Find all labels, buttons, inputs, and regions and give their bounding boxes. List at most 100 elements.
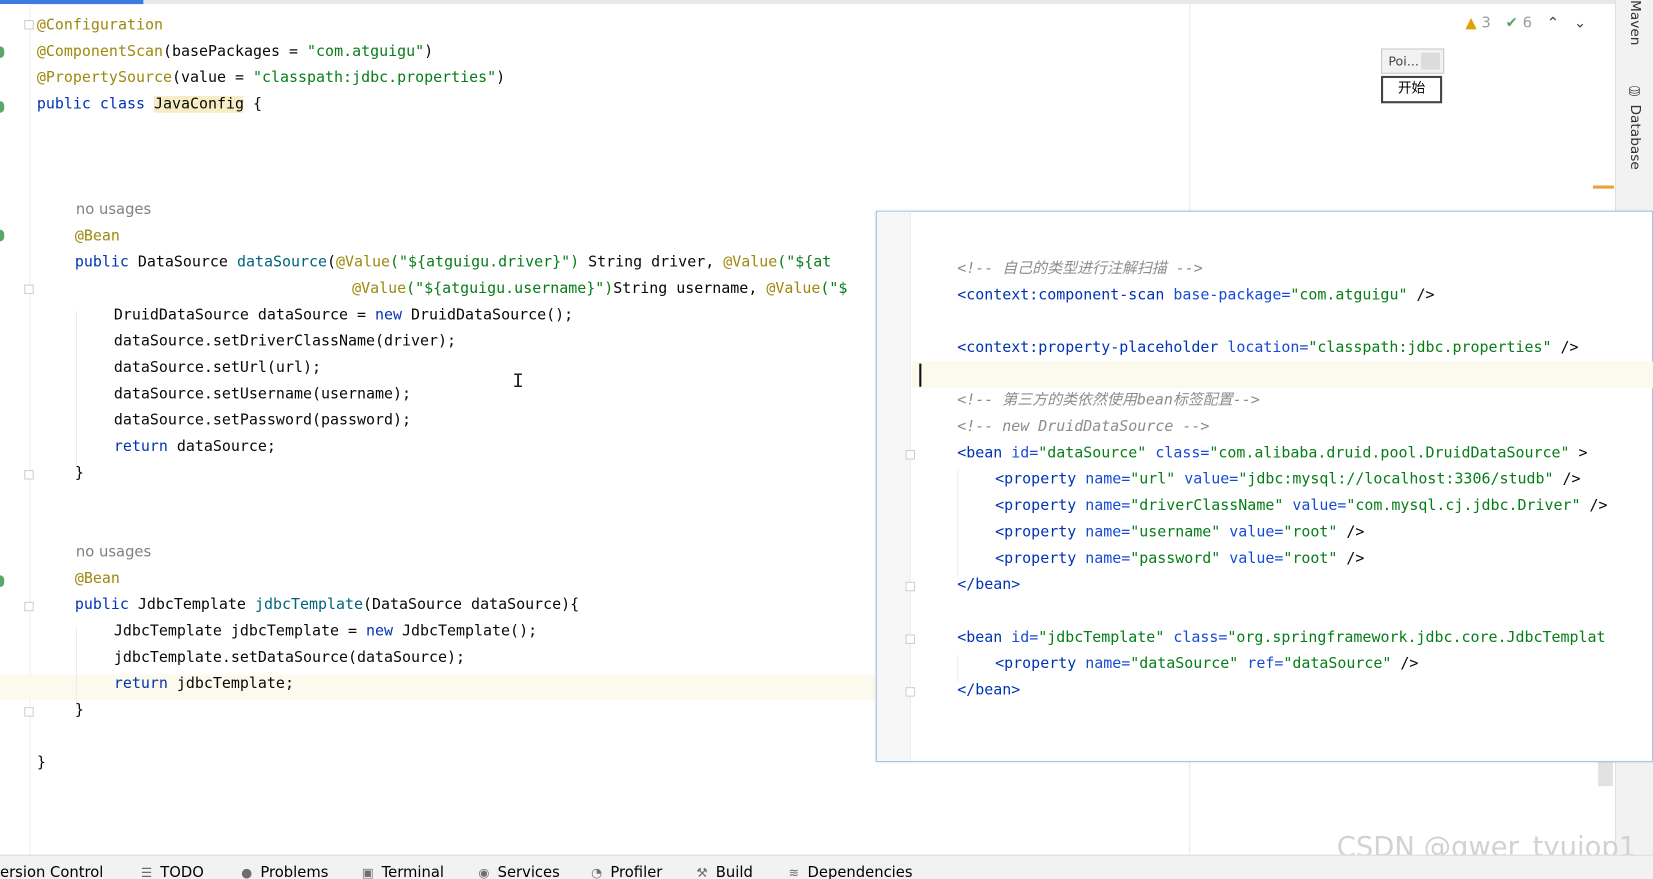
xml-value: "root" xyxy=(1283,550,1338,567)
gutter-bean-marker[interactable] xyxy=(0,575,5,588)
xml-value: "driverClassName" xyxy=(1130,497,1284,515)
code-text: ) xyxy=(496,69,506,87)
popup-gutter xyxy=(877,211,916,761)
keyword: public xyxy=(74,253,138,271)
xml-close-tag: </bean> xyxy=(957,681,1021,699)
xml-attr: id= xyxy=(1011,629,1039,647)
xml-attr: name= xyxy=(1085,497,1131,515)
xml-text: /> xyxy=(1391,655,1419,673)
annotation: @Bean xyxy=(74,570,120,588)
fold-toggle[interactable] xyxy=(24,601,34,612)
mouse-ibeam-cursor: I xyxy=(512,369,524,393)
code-line: @Bean xyxy=(75,226,120,247)
xml-tag: <bean xyxy=(957,444,1012,462)
tool-window-bar: ersion Control ☰ TODO ● Problems ▣ Terminal… xyxy=(0,854,1653,879)
code-line: public JdbcTemplate jdbcTemplate(DataSou… xyxy=(75,594,579,615)
fold-toggle[interactable] xyxy=(905,450,916,460)
gutter-class-marker[interactable] xyxy=(0,101,5,113)
editor-gutter[interactable] xyxy=(0,4,34,855)
code-text: (value = xyxy=(171,69,254,87)
code-text: DruidDataSource(); xyxy=(402,306,574,324)
xml-attr: class= xyxy=(1146,444,1210,462)
xml-comment: <!-- 第三方的类依然使用bean标签配置--> xyxy=(957,392,1260,409)
todo-tab[interactable]: ☰ TODO xyxy=(139,864,204,879)
usages-hint[interactable]: no usages xyxy=(76,199,151,220)
warning-icon: ▲ xyxy=(1465,14,1477,32)
gutter-bean-marker[interactable] xyxy=(0,229,5,242)
xml-tag: <bean xyxy=(957,629,1012,647)
code-line: return jdbcTemplate; xyxy=(114,673,294,694)
version-control-tab[interactable]: ersion Control xyxy=(0,864,103,879)
annotation: @PropertySource xyxy=(36,69,172,87)
string-literal: ("${atguigu.driver}") xyxy=(390,253,580,271)
text-caret xyxy=(919,363,922,387)
xml-line: <bean id="dataSource" class="com.alibaba… xyxy=(957,443,1587,464)
xml-line: <property name="dataSource" ref="dataSou… xyxy=(995,653,1418,674)
annotation: @Value xyxy=(336,253,391,271)
code-text: jdbcTemplate; xyxy=(167,675,294,693)
mini-window-square xyxy=(1421,52,1441,70)
xml-text: /> xyxy=(1407,286,1435,304)
keyword: return xyxy=(113,438,168,456)
xml-tag: component-scan xyxy=(1038,286,1174,304)
annotation: @Value xyxy=(766,280,821,298)
terminal-tab[interactable]: ▣ Terminal xyxy=(361,864,444,879)
dependencies-tab[interactable]: ≋ Dependencies xyxy=(786,864,913,879)
annotation: @ComponentScan xyxy=(36,43,163,61)
xml-tag: <property xyxy=(995,497,1086,515)
xml-tag: <context: xyxy=(957,286,1039,304)
keyword: new xyxy=(374,306,403,324)
usages-hint[interactable]: no usages xyxy=(76,542,151,563)
weak-warnings-indicator[interactable]: ✔ 6 xyxy=(1506,15,1532,32)
scrollbar-marker[interactable] xyxy=(1592,185,1614,189)
code-line: } xyxy=(74,464,84,482)
xml-text: /> xyxy=(1553,471,1581,488)
fold-toggle[interactable] xyxy=(24,20,34,30)
services-tab[interactable]: ◉ Services xyxy=(476,864,559,879)
start-button[interactable]: 开始 xyxy=(1381,75,1443,104)
build-tab[interactable]: ⚒ Build xyxy=(695,864,752,879)
fold-toggle[interactable] xyxy=(905,634,916,644)
gutter-bean-marker[interactable] xyxy=(0,46,5,58)
fold-toggle[interactable] xyxy=(905,581,916,592)
type-name: DataSource xyxy=(137,253,237,271)
xml-line: <bean id="jdbcTemplate" class="org.sprin… xyxy=(957,627,1605,648)
code-text: JdbcTemplate(); xyxy=(393,622,538,640)
fold-toggle[interactable] xyxy=(24,284,34,295)
indent-guide xyxy=(75,628,77,708)
code-text: JdbcTemplate jdbcTemplate = xyxy=(113,622,366,640)
code-text: ( xyxy=(326,253,337,271)
next-highlight-button[interactable]: ⌄ xyxy=(1574,15,1586,32)
xml-line: <context:property-placeholder location="… xyxy=(957,337,1578,358)
todo-label: TODO xyxy=(160,864,204,879)
fold-toggle[interactable] xyxy=(24,470,34,480)
maven-tool-tab[interactable]: Maven xyxy=(1627,0,1643,45)
xml-value: "dataSource" xyxy=(1283,655,1392,673)
xml-attr: value= xyxy=(1220,523,1284,541)
previous-highlight-button[interactable]: ⌃ xyxy=(1547,15,1559,32)
inspection-widget[interactable]: ▲ 3 ✔ 6 ⌃ ⌄ xyxy=(1465,15,1586,32)
chevron-up-icon: ⌃ xyxy=(1546,14,1560,32)
warnings-indicator[interactable]: ▲ 3 xyxy=(1465,15,1490,32)
chevron-down-icon: ⌄ xyxy=(1573,14,1587,32)
database-tool-tab[interactable]: ⛁ Database xyxy=(1627,84,1643,170)
check-icon: ✔ xyxy=(1505,14,1518,32)
code-text: String username, xyxy=(613,280,767,298)
fold-toggle[interactable] xyxy=(905,687,916,697)
keyword: public xyxy=(74,596,138,614)
class-name: JavaConfig xyxy=(153,95,245,113)
xml-value: "com.alibaba.druid.pool.DruidDataSource" xyxy=(1209,444,1570,462)
string-literal: "com.atguigu" xyxy=(307,43,425,61)
xml-text: > xyxy=(1569,444,1588,462)
code-line: DruidDataSource dataSource = new DruidDa… xyxy=(114,305,573,326)
profiler-tab[interactable]: ◔ Profiler xyxy=(589,864,662,879)
xml-text: /> xyxy=(1580,497,1608,515)
xml-line: <property name="username" value="root" /… xyxy=(995,522,1364,543)
scrollbar-thumb[interactable] xyxy=(1598,760,1613,787)
xml-attr: name= xyxy=(1085,471,1131,488)
floating-mini-window[interactable]: Poi... xyxy=(1381,48,1445,74)
xml-value: "classpath:jdbc.properties" xyxy=(1308,339,1552,357)
fold-toggle[interactable] xyxy=(24,707,34,717)
code-line: dataSource.setDriverClassName(driver); xyxy=(113,333,457,350)
problems-tab[interactable]: ● Problems xyxy=(239,864,328,879)
